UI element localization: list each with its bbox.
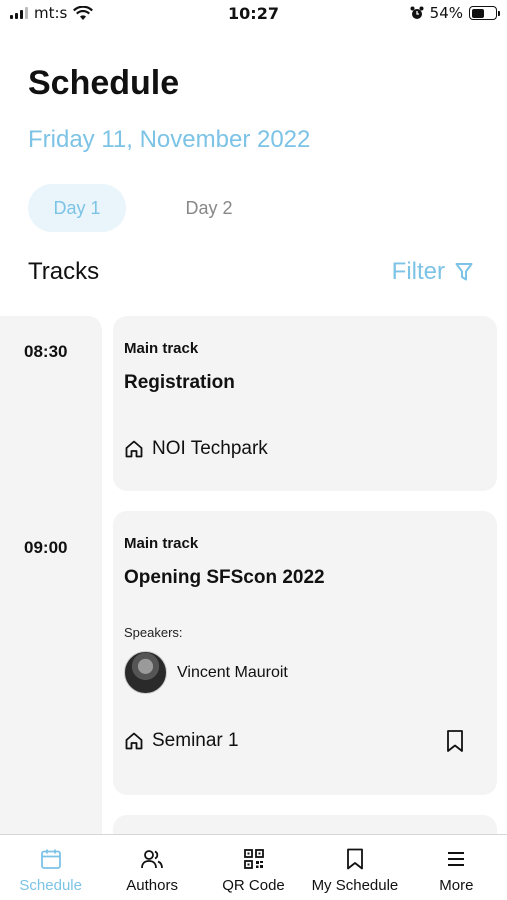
session-track: Main track: [124, 340, 199, 357]
qr-code-icon: [243, 849, 264, 869]
session-card-opening[interactable]: Main track Opening SFScon 2022 Speakers:…: [113, 511, 497, 795]
tab-qr-code[interactable]: QR Code: [203, 835, 304, 900]
battery-percent: 54%: [429, 4, 463, 22]
calendar-icon: [40, 849, 61, 869]
tab-authors[interactable]: Authors: [101, 835, 202, 900]
time-column: 08:30 09:00: [0, 316, 102, 836]
location-label: NOI Techpark: [152, 438, 268, 459]
battery-fill: [471, 8, 484, 18]
tab-label: My Schedule: [311, 877, 399, 894]
tab-label: More: [439, 877, 474, 894]
home-icon: [125, 732, 143, 750]
page-title: Schedule: [28, 64, 180, 102]
tab-label: Authors: [126, 877, 178, 894]
session-time: 08:30: [24, 342, 68, 361]
tab-day-1[interactable]: Day 1: [28, 184, 126, 232]
session-card-registration[interactable]: Main track Registration NOI Techpark: [113, 316, 497, 491]
session-title: Opening SFScon 2022: [124, 567, 325, 588]
session-location: Seminar 1: [124, 730, 239, 752]
location-label: Seminar 1: [152, 730, 239, 751]
battery-icon: [469, 6, 500, 20]
alarm-icon: [410, 6, 424, 19]
menu-icon: [448, 852, 465, 866]
tracks-label: Tracks: [28, 258, 100, 285]
session-time: 09:00: [24, 538, 68, 557]
session-title: Registration: [124, 372, 235, 393]
speaker-item[interactable]: Vincent Mauroit: [124, 651, 288, 694]
filter-button[interactable]: Filter: [392, 258, 473, 286]
speakers-label: Speakers:: [124, 625, 183, 640]
session-track: Main track: [124, 535, 199, 552]
tab-schedule[interactable]: Schedule: [0, 835, 101, 900]
tab-label: Schedule: [19, 877, 82, 894]
tab-label: QR Code: [222, 877, 285, 894]
speaker-name: Vincent Mauroit: [177, 663, 288, 681]
bottom-tab-bar: Schedule Authors QR Code My Schedule Mor…: [0, 834, 507, 900]
page-date: Friday 11, November 2022: [28, 126, 311, 153]
bookmark-icon: [347, 848, 363, 870]
tab-day-2[interactable]: Day 2: [160, 184, 258, 232]
avatar: [124, 651, 167, 694]
people-icon: [141, 850, 164, 869]
filter-icon: [455, 263, 473, 281]
home-icon: [125, 440, 143, 458]
session-location: NOI Techpark: [124, 438, 268, 460]
status-bar: mt:s 10:27 54%: [0, 0, 507, 30]
tab-more[interactable]: More: [406, 835, 507, 900]
bookmark-icon[interactable]: [445, 729, 465, 753]
tab-my-schedule[interactable]: My Schedule: [304, 835, 405, 900]
filter-label: Filter: [391, 258, 445, 285]
status-right: 54%: [410, 4, 500, 22]
